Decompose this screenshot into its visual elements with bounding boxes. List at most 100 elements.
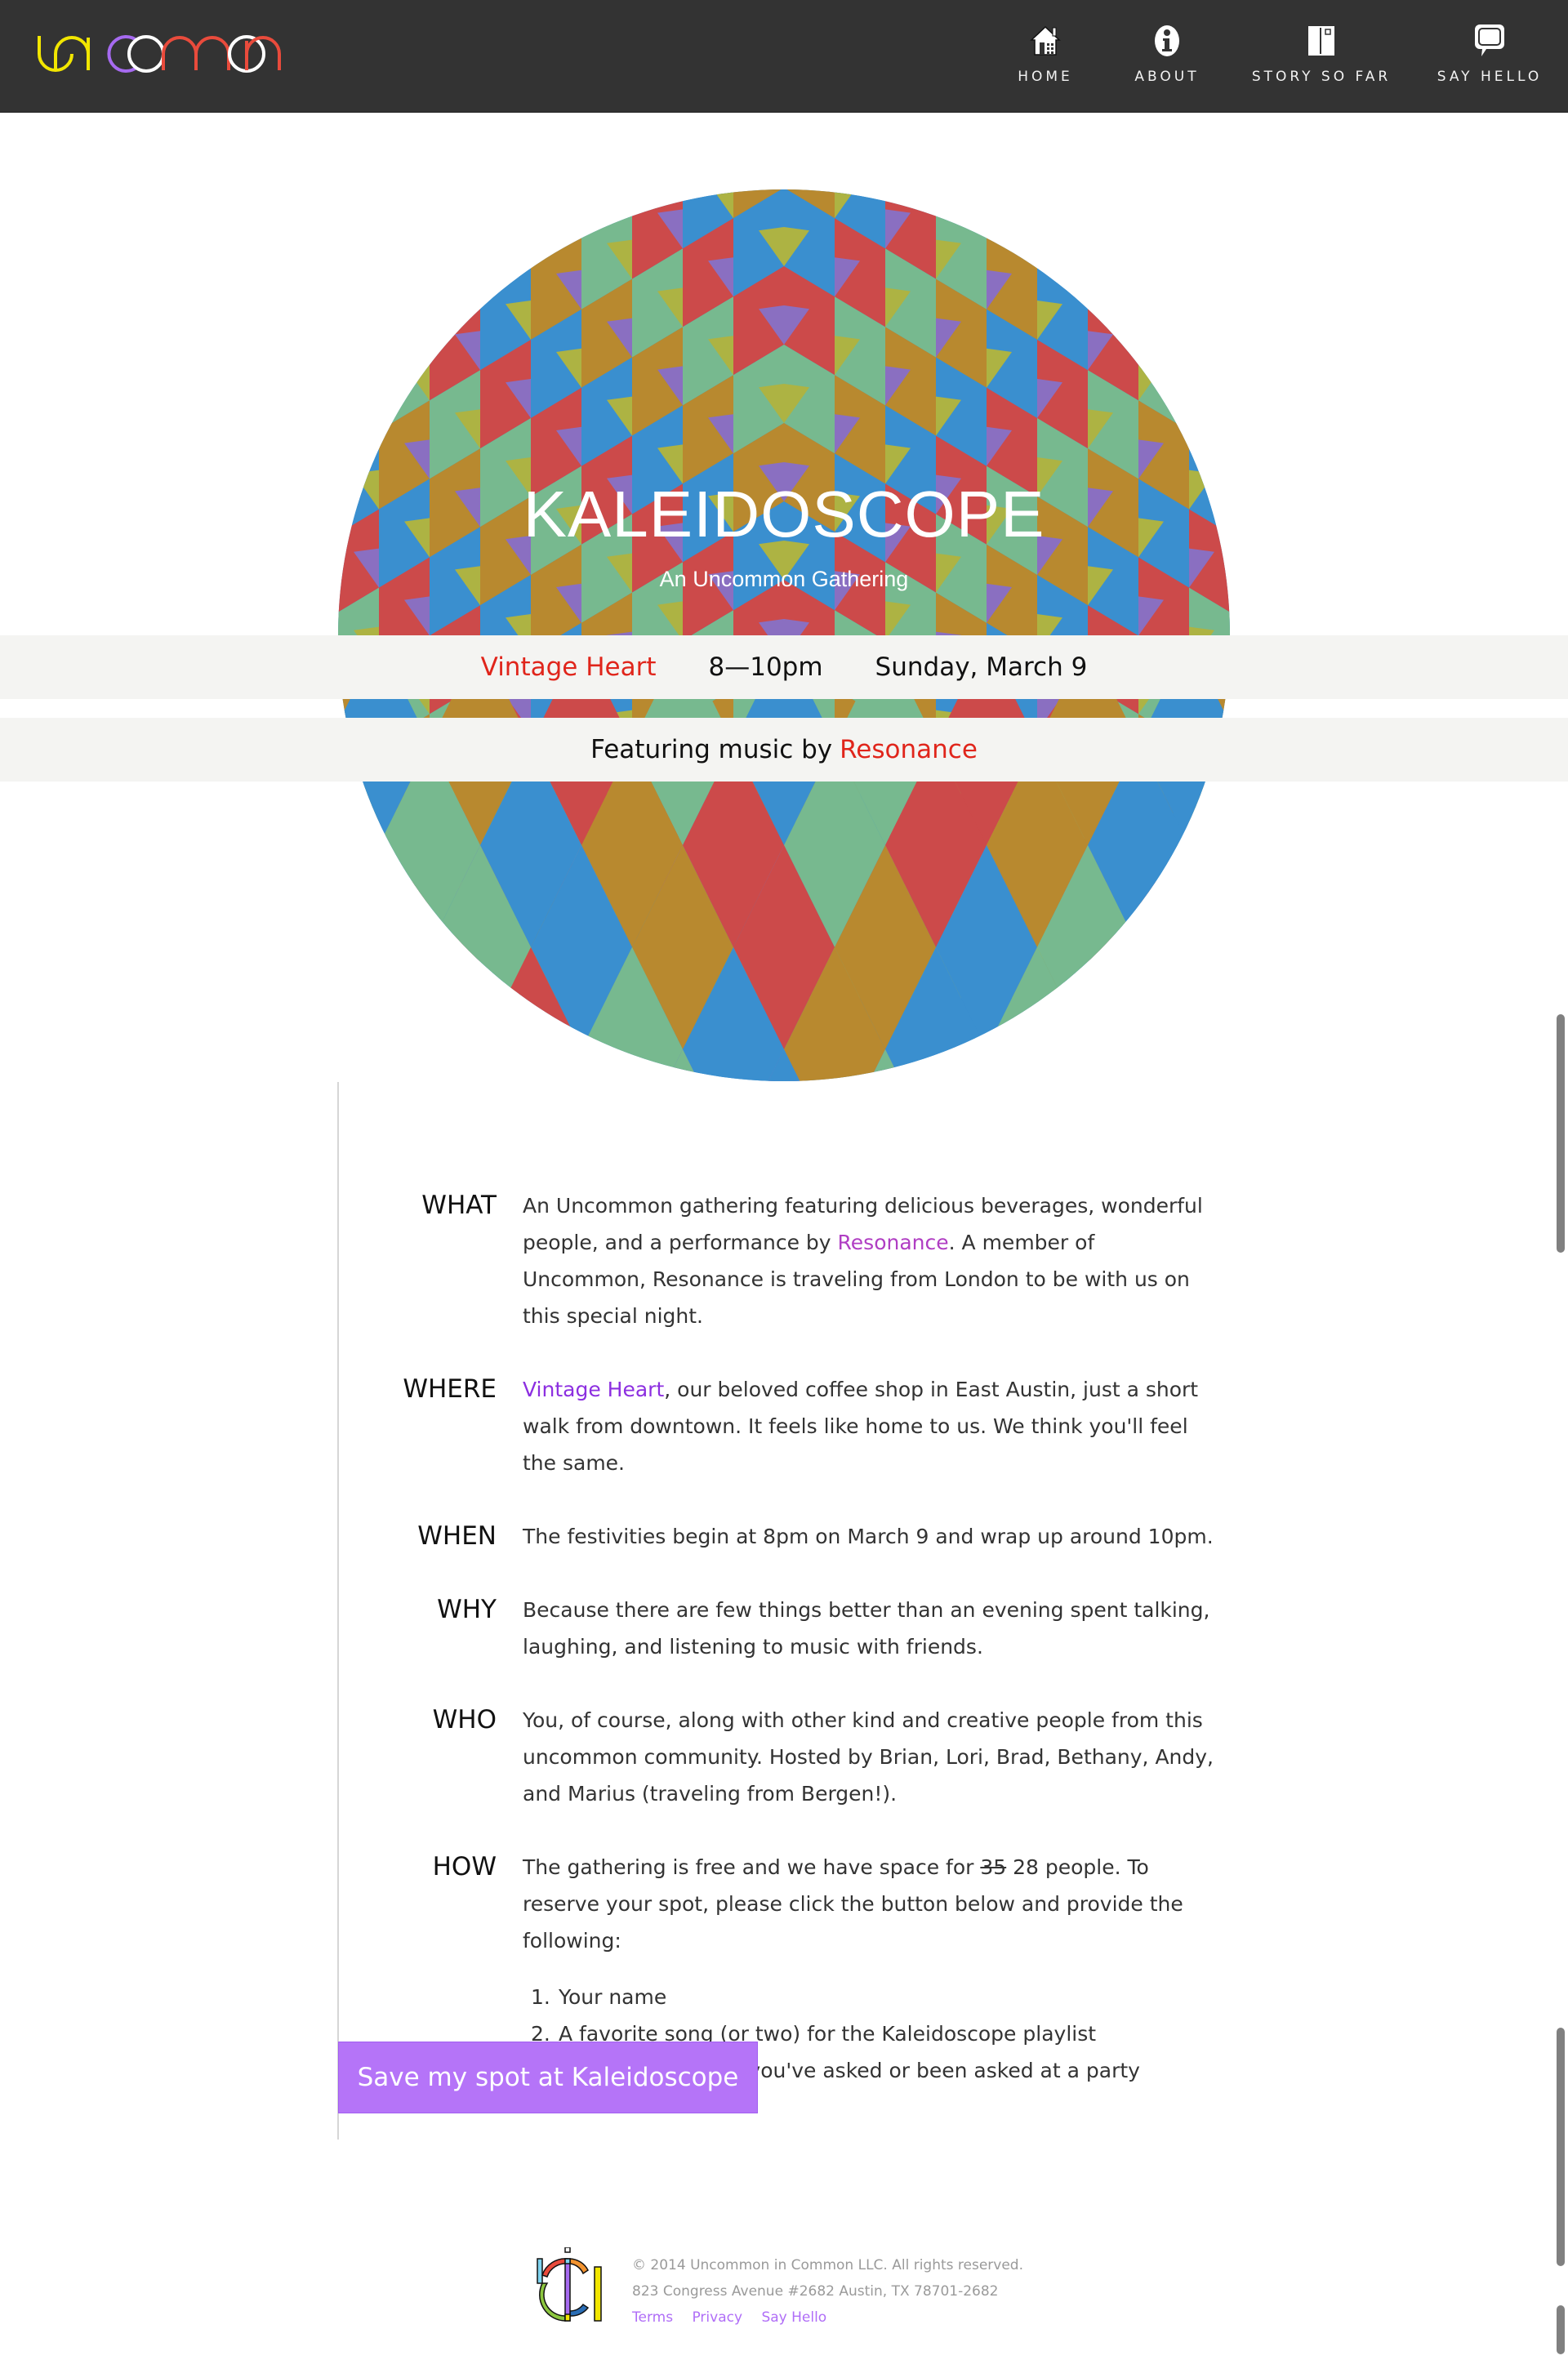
scrollbar-thumb[interactable] bbox=[1557, 2305, 1565, 2354]
kaleidoscope-tile bbox=[338, 947, 379, 1081]
speech-bubble-icon bbox=[1472, 23, 1508, 59]
kaleidoscope-tile bbox=[338, 274, 379, 383]
kaleidoscope-tile bbox=[379, 243, 430, 353]
text-span: You, of course, along with other kind an… bbox=[523, 1708, 1214, 1806]
home-icon bbox=[1027, 23, 1063, 59]
kaleidoscope-tile bbox=[404, 910, 430, 950]
text-span: Because there are few things better than… bbox=[523, 1598, 1210, 1659]
detail-label: WHO bbox=[432, 1705, 497, 1734]
kaleidoscope-tile bbox=[354, 862, 379, 902]
kaleidoscope-tile bbox=[338, 1049, 430, 1081]
kaleidoscope-tile bbox=[354, 940, 379, 980]
scrollbar-thumb[interactable] bbox=[1557, 1014, 1565, 1253]
detail-label: WHEN bbox=[417, 1521, 497, 1551]
event-subtitle: An Uncommon Gathering bbox=[659, 567, 909, 591]
kaleidoscope-tile bbox=[1189, 947, 1230, 1081]
event-title: KALEIDOSCOPE bbox=[523, 478, 1045, 550]
kaleidoscope-tile bbox=[1189, 1049, 1214, 1081]
say-hello-link[interactable]: Say Hello bbox=[761, 2309, 826, 2326]
kaleidoscope-tile bbox=[338, 822, 379, 932]
copyright: © 2014 Uncommon in Common LLC. All right… bbox=[632, 2257, 1024, 2273]
kaleidoscope-tile bbox=[338, 901, 379, 1010]
kaleidoscope-tile bbox=[1088, 1049, 1113, 1081]
kaleidoscope-tile bbox=[1189, 901, 1230, 1010]
scrollbar-thumb[interactable] bbox=[1557, 2028, 1565, 2266]
detail-row-what: WHAT An Uncommon gathering featuring deli… bbox=[359, 1187, 1258, 1334]
kaleidoscope-tile bbox=[1214, 947, 1230, 999]
uncommon-logo[interactable] bbox=[36, 33, 289, 75]
detail-text: Vintage Heart, our beloved coffee shop i… bbox=[523, 1371, 1217, 1481]
kaleidoscope-tile bbox=[506, 222, 531, 261]
info-icon bbox=[1149, 23, 1185, 59]
list-number: 1. bbox=[531, 1985, 550, 2009]
kaleidoscope-tile bbox=[885, 189, 936, 201]
kaleidoscope-tile bbox=[354, 845, 379, 897]
kaleidoscope-tile bbox=[581, 1049, 607, 1081]
kaleidoscope-tile bbox=[1088, 252, 1113, 292]
kaleidoscope-tile bbox=[379, 949, 430, 1058]
nav-story-label: STORY SO FAR bbox=[1251, 69, 1392, 85]
kaleidoscope-tile bbox=[338, 979, 379, 1081]
event-details: WHAT An Uncommon gathering featuring deli… bbox=[359, 1187, 1258, 2126]
detail-text: Because there are few things better than… bbox=[523, 1592, 1217, 1665]
featuring-band: Featuring music by Resonance bbox=[0, 718, 1568, 782]
kaleidoscope-tile bbox=[1164, 1049, 1189, 1081]
list-item: 1. Your name bbox=[531, 1979, 1217, 2015]
kaleidoscope-tile bbox=[632, 189, 683, 201]
kaleidoscope-tile bbox=[430, 213, 480, 323]
inline-link[interactable]: Vintage Heart bbox=[523, 1378, 664, 1401]
text-span: The gathering is free and we have space … bbox=[523, 1855, 981, 1879]
kaleidoscope-tile bbox=[1138, 947, 1164, 999]
kaleidoscope-tile bbox=[455, 958, 480, 998]
detail-label: WHY bbox=[437, 1595, 497, 1624]
kaleidoscope-tile bbox=[1138, 1049, 1230, 1081]
save-my-spot-button[interactable]: Save my spot at Kaleidoscope bbox=[338, 2042, 758, 2113]
kaleidoscope-tile bbox=[1189, 822, 1230, 932]
featuring-prefix: Featuring music by bbox=[590, 735, 833, 764]
terms-link[interactable]: Terms bbox=[632, 2309, 673, 2326]
inline-link[interactable]: Resonance bbox=[838, 1231, 949, 1254]
artist-link[interactable]: Resonance bbox=[840, 735, 978, 764]
detail-text: You, of course, along with other kind an… bbox=[523, 1702, 1217, 1812]
venue-link[interactable]: Vintage Heart bbox=[481, 652, 657, 682]
kaleidoscope-tile bbox=[1189, 979, 1230, 1081]
kaleidoscope-tile bbox=[987, 1049, 1012, 1081]
kaleidoscope-tile bbox=[961, 1049, 987, 1081]
text-span: The festivities begin at 8pm on March 9 … bbox=[523, 1525, 1214, 1548]
nav-say-hello-label: SAY HELLO bbox=[1437, 69, 1543, 85]
footer-links: Terms Privacy Say Hello bbox=[632, 2304, 1023, 2331]
nav-home-label: HOME bbox=[1018, 69, 1073, 85]
privacy-link[interactable]: Privacy bbox=[692, 2309, 742, 2326]
kaleidoscope-tile bbox=[1062, 1049, 1088, 1081]
kaleidoscope-tile bbox=[556, 191, 581, 231]
book-icon bbox=[1303, 23, 1339, 59]
nav-home[interactable]: HOME bbox=[1018, 0, 1073, 113]
event-date: Sunday, March 9 bbox=[875, 652, 1088, 682]
kaleidoscope-tile bbox=[354, 313, 379, 353]
kaleidoscope-tile bbox=[1138, 910, 1164, 950]
kaleidoscope-tile bbox=[936, 1049, 1037, 1081]
detail-text: The festivities begin at 8pm on March 9 … bbox=[523, 1518, 1217, 1555]
nav-about[interactable]: ABOUT bbox=[1131, 0, 1203, 113]
detail-row-who: WHO You, of course, along with other kind… bbox=[359, 1702, 1258, 1812]
uncommon-in-common-logo[interactable] bbox=[536, 2247, 604, 2322]
kaleidoscope-tile bbox=[1138, 283, 1164, 323]
kaleidoscope-tile bbox=[379, 947, 480, 1081]
detail-text: An Uncommon gathering featuring deliciou… bbox=[523, 1187, 1217, 1334]
kaleidoscope-tile bbox=[1189, 352, 1230, 461]
kaleidoscope-tile bbox=[1088, 213, 1138, 323]
detail-label: WHERE bbox=[403, 1374, 497, 1404]
nav-say-hello[interactable]: SAY HELLO bbox=[1434, 0, 1545, 113]
kaleidoscope-tile bbox=[430, 947, 455, 999]
kaleidoscope-tile bbox=[480, 1049, 506, 1081]
kaleidoscope-tile bbox=[404, 988, 430, 1028]
kaleidoscope-tile bbox=[607, 189, 632, 201]
kaleidoscope-tile bbox=[1088, 947, 1189, 1081]
event-info-band: Vintage Heart 8—10pm Sunday, March 9 bbox=[0, 635, 1568, 699]
kaleidoscope-tile bbox=[404, 283, 430, 323]
kaleidoscope-tile bbox=[404, 947, 430, 999]
nav-story-so-far[interactable]: STORY SO FAR bbox=[1250, 0, 1393, 113]
kaleidoscope-tile bbox=[1189, 391, 1214, 431]
kaleidoscope-tile bbox=[1037, 222, 1062, 261]
kaleidoscope-tile bbox=[1138, 988, 1164, 1028]
